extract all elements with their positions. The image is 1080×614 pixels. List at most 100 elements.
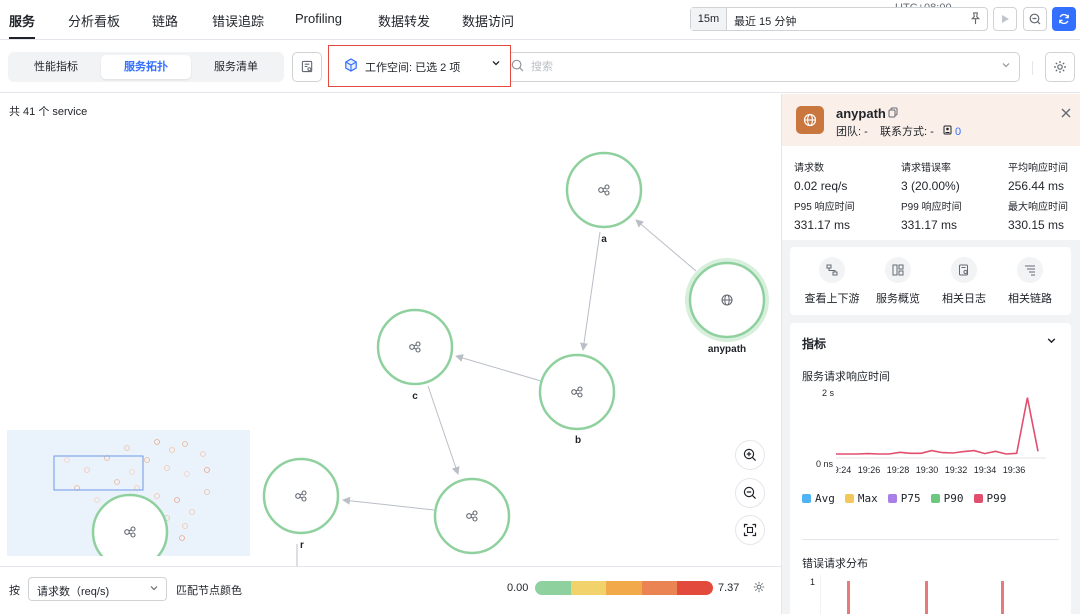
service-node-a[interactable]: a (565, 151, 643, 245)
x-tick-label: 19:36 (1003, 465, 1026, 475)
nav-tab-data-access[interactable]: 数据访问 (462, 11, 514, 30)
error-y-tick: 1 (810, 577, 816, 587)
close-panel-button[interactable] (1060, 106, 1072, 122)
chart-title: 服务请求响应时间 (802, 371, 890, 383)
legend-swatch (887, 494, 897, 503)
topology-icon (819, 257, 845, 283)
service-node-d[interactable] (433, 477, 511, 555)
x-tick-label: 19:26 (858, 465, 881, 475)
nav-tab-error-tracking[interactable]: 错误追踪 (212, 11, 264, 30)
team-label: 团队: - (836, 126, 868, 138)
owner-icon (943, 125, 955, 138)
chevron-down-icon (149, 583, 159, 596)
action-upstream-downstream[interactable]: 查看上下游 (800, 257, 864, 306)
topology-canvas[interactable]: 共 41 个 service a anypath c b r (0, 94, 781, 566)
topology-minimap[interactable] (7, 430, 250, 556)
edge-anypath-a (635, 219, 697, 272)
legend-label: Max (857, 492, 878, 505)
color-legend-bar: 按 请求数（req/s) 匹配节点颜色 0.00 7.37 (0, 566, 781, 614)
toolbar-divider (1032, 61, 1033, 75)
search-input[interactable] (531, 58, 971, 76)
legend-item-max[interactable]: Max (844, 492, 878, 505)
service-node-b[interactable]: b (538, 353, 616, 446)
pin-icon[interactable] (969, 12, 982, 28)
quick-actions: 查看上下游 服务概览 相关日志 相关链路 (790, 247, 1071, 315)
chevron-down-icon (491, 58, 501, 71)
legend-item-p90[interactable]: P90 (930, 492, 964, 505)
legend-item-p99[interactable]: P99 (973, 492, 1006, 505)
error-bar (847, 581, 850, 614)
workspace-select-value: 工作空间: 已选 2 项 (365, 62, 461, 74)
workspace-select[interactable]: 工作空间: 已选 2 项 (334, 53, 506, 79)
node-label-c: c (412, 391, 418, 402)
panel-header: anypath 团队: - 联系方式: - 0 (782, 94, 1080, 146)
nav-tab-traces[interactable]: 链路 (152, 11, 178, 30)
zoom-out-icon (1029, 13, 1041, 25)
nav-tab-data-forwarding[interactable]: 数据转发 (378, 11, 430, 30)
owner-count[interactable]: 0 (955, 126, 961, 138)
segment-performance[interactable]: 性能指标 (11, 55, 101, 79)
legend-swatch (930, 494, 940, 503)
edge-a-b (580, 231, 601, 351)
action-service-overview[interactable]: 服务概览 (866, 257, 930, 306)
refresh-button[interactable] (1052, 7, 1076, 31)
time-range-tag[interactable]: 15m (691, 8, 727, 30)
section-divider (802, 539, 1059, 540)
error-distribution-chart (820, 575, 1004, 614)
active-tab-underline (9, 37, 35, 39)
stat-value: 330.15 ms (1008, 218, 1065, 232)
legend-label: P90 (943, 492, 964, 505)
chevron-down-icon[interactable] (1046, 335, 1057, 349)
segment-topology[interactable]: 服务拓扑 (101, 55, 191, 79)
nav-tab-dashboards[interactable]: 分析看板 (68, 11, 120, 30)
zoom-out-time-button[interactable] (1023, 7, 1047, 31)
zoom-out-button[interactable] (735, 478, 765, 508)
service-meta: 团队: - 联系方式: - 0 (836, 123, 961, 139)
legend-label: P75 (900, 492, 921, 505)
view-options-button[interactable] (292, 52, 322, 82)
response-time-chart[interactable]: 19:24 19:26 19:28 19:30 19:32 19:34 19:36 (836, 385, 1056, 479)
legend-settings-icon[interactable] (753, 581, 765, 596)
action-related-traces[interactable]: 相关链路 (998, 257, 1062, 306)
stat-value: 0.02 req/s (794, 179, 848, 193)
stat-p99-latency: P99 响应时间 331.17 ms (901, 198, 962, 232)
segment-service-list[interactable]: 服务清单 (191, 55, 281, 79)
legend-item-p75[interactable]: P75 (887, 492, 921, 505)
service-avatar (796, 106, 824, 134)
service-node-r[interactable]: r (262, 457, 340, 551)
zoom-in-button[interactable] (735, 440, 765, 470)
zoom-in-icon (743, 448, 757, 462)
legend-max-value: 7.37 (718, 582, 740, 594)
service-node-anypath[interactable]: anypath (685, 258, 769, 355)
play-button[interactable] (993, 7, 1017, 31)
action-label: 相关链路 (1008, 293, 1052, 305)
action-label: 相关日志 (942, 293, 986, 305)
legend-item-avg[interactable]: Avg (802, 492, 835, 505)
action-related-logs[interactable]: 相关日志 (932, 257, 996, 306)
x-tick-label: 19:24 (836, 465, 851, 475)
y-tick-top: 2 s (822, 388, 835, 398)
settings-button[interactable] (1045, 52, 1075, 82)
stat-value: 331.17 ms (901, 218, 958, 232)
zoom-out-icon (743, 486, 757, 500)
service-detail-panel: anypath 团队: - 联系方式: - 0 请求数 0.02 req/s 请… (781, 94, 1080, 614)
workspace-icon (344, 58, 358, 75)
fit-view-button[interactable] (735, 515, 765, 545)
stat-label: 请求错误率 (901, 163, 951, 174)
time-range-text: 最近 15 分钟 (734, 16, 797, 28)
time-range-picker[interactable]: 15m 最近 15 分钟 (690, 7, 988, 31)
chevron-down-icon[interactable] (1001, 60, 1011, 73)
nav-tab-profiling[interactable]: Profiling (295, 11, 342, 26)
nav-tab-services[interactable]: 服务 (9, 11, 35, 30)
log-search-icon (951, 257, 977, 283)
service-node-c[interactable]: c (376, 308, 454, 402)
copy-icon[interactable] (888, 107, 898, 121)
overview-icon (885, 257, 911, 283)
metrics-card: 指标 服务请求响应时间 2 s 0 ns 19:24 19:26 19:28 19:3… (790, 323, 1071, 614)
error-distribution-title: 错误请求分布 (802, 558, 868, 570)
color-metric-select[interactable]: 请求数（req/s) (28, 577, 167, 601)
stat-label: P99 响应时间 (901, 202, 962, 213)
action-label: 查看上下游 (804, 293, 860, 305)
trace-icon (1017, 257, 1043, 283)
fit-view-icon (743, 523, 757, 537)
